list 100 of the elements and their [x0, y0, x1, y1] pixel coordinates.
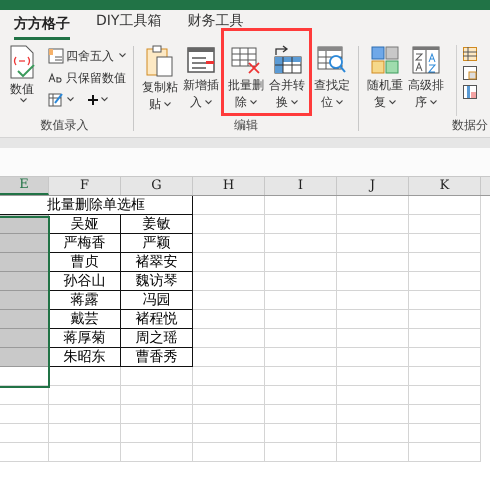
table-cell — [337, 424, 409, 443]
caret-icon — [101, 97, 108, 102]
table-cell — [409, 215, 481, 234]
column-header[interactable]: J — [337, 177, 409, 195]
merge-table-icon — [272, 45, 302, 75]
table-cell: 褚程悦 — [121, 310, 193, 329]
table-cell — [337, 348, 409, 367]
ribbon-small-button[interactable]: 只保留数值 — [48, 68, 126, 87]
table-cell — [409, 310, 481, 329]
plus-icon — [88, 94, 98, 104]
table-cell — [409, 196, 481, 215]
column-header[interactable]: F — [49, 177, 121, 195]
table-cell — [337, 386, 409, 405]
ribbon-button[interactable]: 批量删 除 — [227, 45, 265, 116]
column-header[interactable]: G — [121, 177, 193, 195]
edit-format-button[interactable] — [48, 92, 74, 108]
ribbon-button[interactable]: 新增插 入 — [182, 45, 220, 116]
table-cell — [409, 367, 481, 386]
table-cell — [193, 386, 265, 405]
table-cell — [193, 329, 265, 348]
table-cell: 严颖 — [121, 234, 193, 253]
table-cell — [337, 253, 409, 272]
table-cell: 严梅香 — [49, 234, 121, 253]
table-cell — [265, 310, 337, 329]
table-cell — [337, 310, 409, 329]
table-cell — [193, 367, 265, 386]
table-cell — [193, 196, 265, 215]
group-label: 数值录入 — [40, 117, 90, 134]
table-cell — [193, 424, 265, 443]
column-header[interactable]: E — [0, 177, 49, 195]
selected-cell — [0, 272, 49, 291]
selected-cell — [0, 310, 49, 329]
table-cell: 朱昭东 — [49, 348, 121, 367]
table-cell — [0, 424, 49, 443]
add-button[interactable] — [88, 94, 108, 104]
table-cell — [49, 405, 121, 424]
table-cell: 曹贞 — [49, 253, 121, 272]
table-cell — [337, 272, 409, 291]
table-cell — [121, 386, 193, 405]
table-cell — [193, 291, 265, 310]
ribbon-button[interactable]: 复制粘 贴 — [141, 45, 179, 116]
table-cell — [49, 367, 121, 386]
table-cell — [337, 405, 409, 424]
ribbon-tab[interactable]: 财务工具 — [187, 11, 244, 40]
find-table-icon — [317, 45, 347, 75]
table-cell — [193, 348, 265, 367]
column-header[interactable]: H — [193, 177, 265, 195]
selected-cell — [0, 253, 49, 272]
ribbon-button[interactable]: 合并转 换 — [268, 45, 306, 116]
ribbon-button[interactable]: 数值 — [3, 45, 41, 116]
ribbon-small-button[interactable]: 四舍五入 — [48, 46, 126, 65]
group-label: 编辑 — [233, 117, 259, 134]
round-icon — [48, 48, 64, 64]
number-format-icon — [8, 45, 36, 79]
table-cell — [265, 272, 337, 291]
ribbon-button[interactable]: 查找定 位 — [313, 45, 351, 116]
table-cell — [409, 405, 481, 424]
table-cell — [337, 367, 409, 386]
table-cell: 戴芸 — [49, 310, 121, 329]
color-blocks-icon — [370, 45, 400, 75]
table-cell — [121, 443, 193, 462]
table-cell: 蒋露 — [49, 291, 121, 310]
column-header[interactable]: K — [409, 177, 481, 195]
table-cell — [49, 424, 121, 443]
table-cell — [193, 443, 265, 462]
table-cell — [409, 291, 481, 310]
table-cell — [409, 234, 481, 253]
selected-cell — [0, 291, 49, 310]
table-cell: 魏访琴 — [121, 272, 193, 291]
table-cell — [409, 443, 481, 462]
table-cell — [265, 291, 337, 310]
table-cell — [265, 196, 337, 215]
ribbon-button[interactable]: 随机重 复 — [366, 45, 404, 116]
table-cell — [409, 386, 481, 405]
table-icon[interactable] — [463, 47, 477, 61]
table-icon[interactable] — [463, 85, 477, 99]
table-cell: 蒋厚菊 — [49, 329, 121, 348]
table-cell — [409, 253, 481, 272]
ribbon-button[interactable]: 高级排 序 — [407, 45, 445, 116]
table-cell — [49, 443, 121, 462]
insert-rows-icon — [186, 45, 216, 75]
table-cell — [0, 405, 49, 424]
column-header[interactable]: I — [265, 177, 337, 195]
table-cell — [337, 329, 409, 348]
group-label: 数据分 — [451, 117, 489, 134]
table-cell — [409, 272, 481, 291]
table-cell — [265, 443, 337, 462]
table-cell — [337, 291, 409, 310]
table-cell: 曹香秀 — [121, 348, 193, 367]
table-cell — [193, 215, 265, 234]
table-cell: 姜敏 — [121, 215, 193, 234]
table-cell — [265, 348, 337, 367]
table-icon[interactable] — [463, 66, 477, 80]
table-cell — [49, 386, 121, 405]
table-cell — [337, 196, 409, 215]
table-cell — [265, 215, 337, 234]
table-cell — [409, 424, 481, 443]
table-cell — [265, 424, 337, 443]
table-cell — [0, 386, 49, 405]
ribbon-tab[interactable]: DIY工具箱 — [96, 11, 162, 40]
